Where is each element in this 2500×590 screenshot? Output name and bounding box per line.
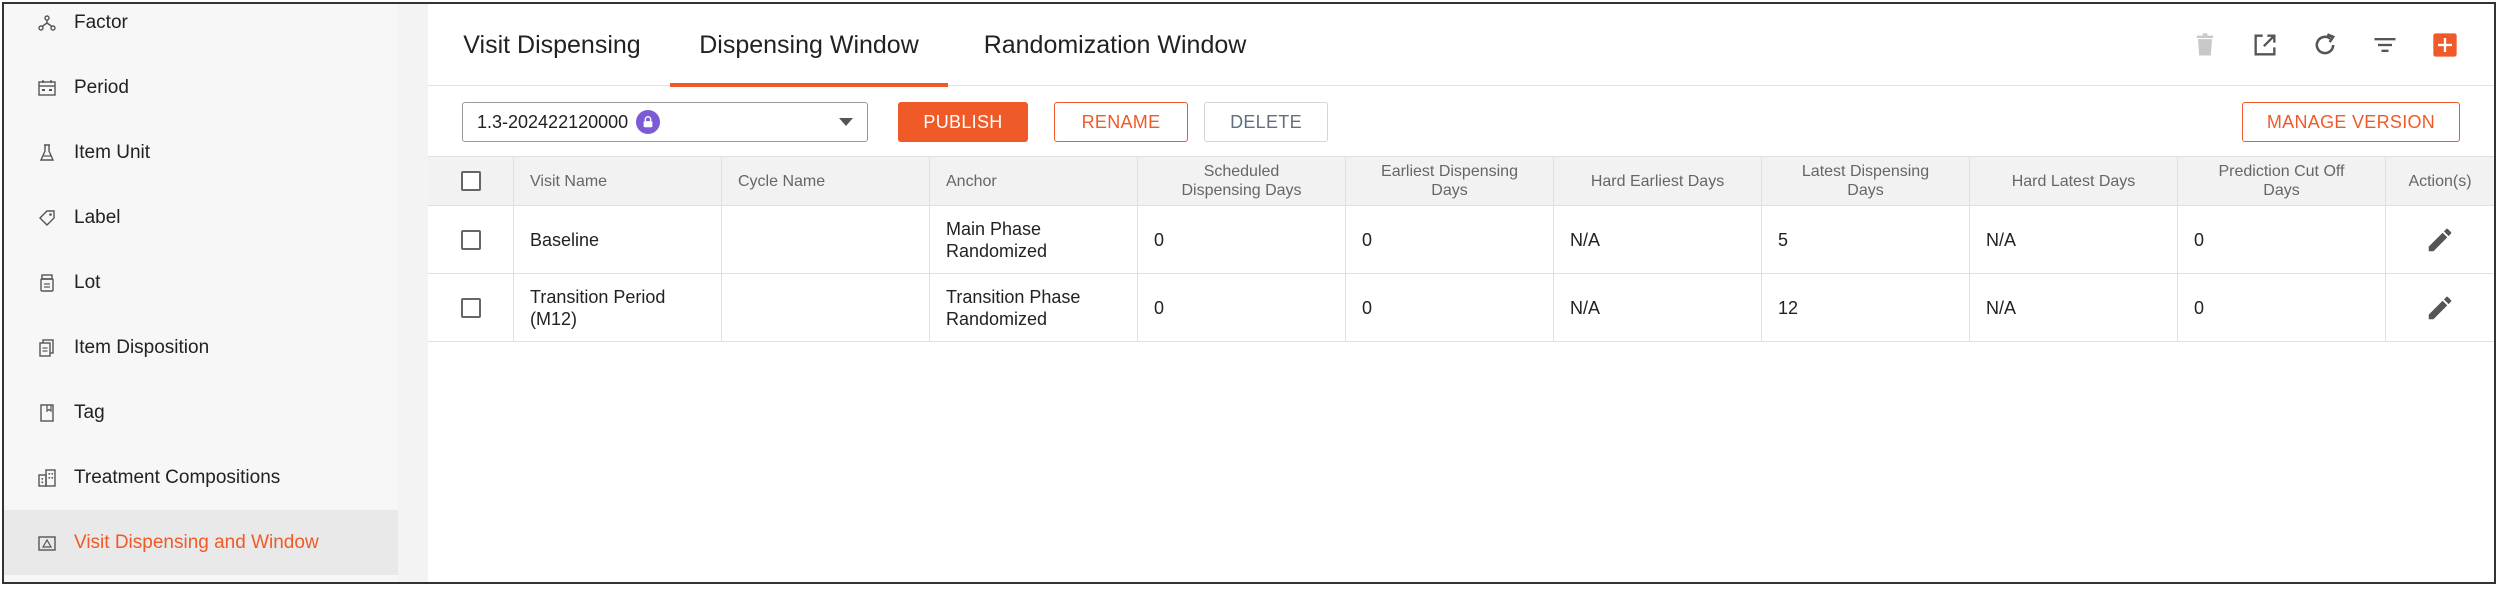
sidebar-item-label: Item Disposition: [74, 336, 210, 358]
cell-cycle-name: [722, 274, 930, 341]
column-header-hard-earliest-days[interactable]: Hard Earliest Days: [1554, 157, 1762, 205]
cell-anchor: Transition Phase Randomized: [930, 274, 1138, 341]
cell-earliest-dispensing-days: 0: [1346, 206, 1554, 273]
refresh-icon[interactable]: [2308, 28, 2342, 62]
app-frame: Factor Period Item Unit Label Lot Item D…: [2, 2, 2496, 584]
row-actions-cell: [2386, 274, 2494, 341]
lock-icon: [636, 110, 661, 134]
column-header-visit-name[interactable]: Visit Name: [514, 157, 722, 205]
manage-version-button[interactable]: MANAGE VERSION: [2242, 102, 2460, 142]
version-select-value: 1.3-202422120000: [477, 111, 629, 132]
sidebar-item-tag[interactable]: Tag: [4, 380, 398, 445]
cell-visit-name: Transition Period (M12): [514, 274, 722, 341]
label-tag-icon: [36, 207, 58, 229]
cell-prediction-cut-off-days: 0: [2178, 206, 2386, 273]
row-actions-cell: [2386, 206, 2494, 273]
building-icon: [36, 467, 58, 489]
tab-randomization-window[interactable]: Randomization Window: [980, 4, 1250, 86]
sidebar-item-visit-dispensing-and-window[interactable]: Visit Dispensing and Window: [4, 510, 398, 575]
version-select[interactable]: 1.3-202422120000: [462, 102, 868, 142]
row-checkbox[interactable]: [460, 229, 481, 250]
table-header-row: Visit Name Cycle Name Anchor Scheduled D…: [428, 156, 2494, 206]
tab-bar: Visit Dispensing Dispensing Window Rando…: [428, 4, 2494, 87]
column-header-prediction-cut-off-days[interactable]: Prediction Cut Off Days: [2178, 157, 2386, 205]
filter-icon[interactable]: [2368, 28, 2402, 62]
sidebar-item-label: Label: [74, 206, 121, 228]
cell-hard-latest-days: N/A: [1970, 274, 2178, 341]
sidebar-item-label: Lot: [74, 271, 101, 293]
delete-icon[interactable]: [2188, 28, 2222, 62]
edit-pencil-icon[interactable]: [2425, 225, 2455, 255]
select-all-checkbox[interactable]: [460, 171, 481, 191]
sidebar-item-label: Factor: [74, 11, 128, 33]
open-external-icon[interactable]: [2248, 28, 2282, 62]
row-select-cell: [428, 274, 514, 341]
sidebar-item-factor[interactable]: Factor: [4, 4, 398, 55]
chevron-down-icon: [839, 118, 853, 126]
calendar-icon: [36, 77, 58, 99]
sidebar-item-label: Item Unit: [74, 141, 151, 163]
tab-visit-dispensing[interactable]: Visit Dispensing: [462, 4, 642, 86]
sidebar-item-treatment-compositions[interactable]: Treatment Compositions: [4, 445, 398, 510]
sidebar-gutter: [398, 4, 428, 582]
factor-icon: [36, 12, 58, 34]
column-header-hard-latest-days[interactable]: Hard Latest Days: [1970, 157, 2178, 205]
cell-hard-latest-days: N/A: [1970, 206, 2178, 273]
disposition-icon: [36, 337, 58, 359]
column-header-scheduled-dispensing-days[interactable]: Scheduled Dispensing Days: [1138, 157, 1346, 205]
sidebar-item-lot[interactable]: Lot: [4, 250, 398, 315]
sidebar-item-period[interactable]: Period: [4, 55, 398, 120]
cell-cycle-name: [722, 206, 930, 273]
cell-prediction-cut-off-days: 0: [2178, 274, 2386, 341]
table-row: Baseline Main Phase Randomized 0 0 N/A 5…: [428, 206, 2494, 274]
row-select-cell: [428, 206, 514, 273]
cell-hard-earliest-days: N/A: [1554, 274, 1762, 341]
bookmark-icon: [36, 402, 58, 424]
cell-anchor: Main Phase Randomized: [930, 206, 1138, 273]
cell-earliest-dispensing-days: 0: [1346, 274, 1554, 341]
sidebar-item-label: Treatment Compositions: [74, 466, 281, 488]
select-all-cell: [428, 157, 514, 205]
sidebar-item-label: Visit Dispensing and Window: [74, 531, 319, 553]
column-header-latest-dispensing-days[interactable]: Latest Dispensing Days: [1762, 157, 1970, 205]
table-row: Transition Period (M12) Transition Phase…: [428, 274, 2494, 342]
tab-dispensing-window[interactable]: Dispensing Window: [670, 4, 948, 87]
cell-hard-earliest-days: N/A: [1554, 206, 1762, 273]
cell-latest-dispensing-days: 12: [1762, 274, 1970, 341]
dispensing-icon: [36, 532, 58, 554]
column-header-actions: Action(s): [2408, 172, 2472, 190]
edit-pencil-icon[interactable]: [2425, 293, 2455, 323]
cell-scheduled-dispensing-days: 0: [1138, 274, 1346, 341]
sidebar-item-item-disposition[interactable]: Item Disposition: [4, 315, 398, 380]
row-checkbox[interactable]: [460, 297, 481, 318]
add-icon[interactable]: [2428, 28, 2462, 62]
sidebar-item-label: Period: [74, 76, 129, 98]
cell-latest-dispensing-days: 5: [1762, 206, 1970, 273]
sidebar-item-label: Tag: [74, 401, 105, 423]
publish-button[interactable]: PUBLISH: [898, 102, 1028, 142]
sidebar-item-label[interactable]: Label: [4, 185, 398, 250]
sidebar: Factor Period Item Unit Label Lot Item D…: [4, 4, 398, 582]
column-header-anchor[interactable]: Anchor: [930, 157, 1138, 205]
cell-visit-name: Baseline: [514, 206, 722, 273]
cell-scheduled-dispensing-days: 0: [1138, 206, 1346, 273]
sidebar-item-item-unit[interactable]: Item Unit: [4, 120, 398, 185]
flask-icon: [36, 142, 58, 164]
version-toolbar: 1.3-202422120000 PUBLISH RENAME DELETE M…: [428, 86, 2494, 156]
main-panel: Visit Dispensing Dispensing Window Rando…: [428, 4, 2494, 582]
lot-icon: [36, 272, 58, 294]
column-header-earliest-dispensing-days[interactable]: Earliest Dispensing Days: [1346, 157, 1554, 205]
column-header-cycle-name[interactable]: Cycle Name: [722, 157, 930, 205]
delete-button[interactable]: DELETE: [1204, 102, 1328, 142]
rename-button[interactable]: RENAME: [1054, 102, 1188, 142]
